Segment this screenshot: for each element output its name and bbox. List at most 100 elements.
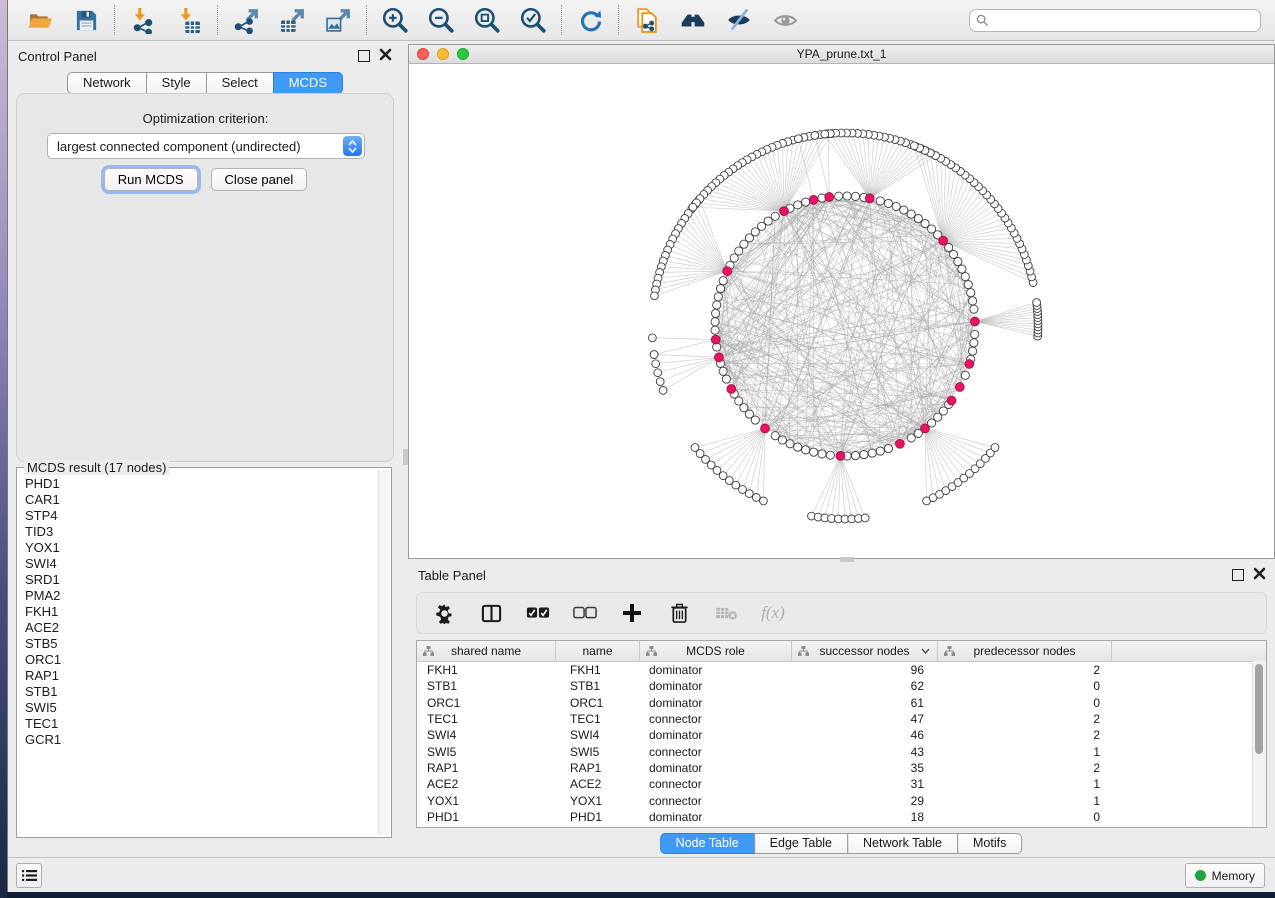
column-header-mcds-role[interactable]: MCDS role [640, 641, 792, 661]
mcds-result-item[interactable]: STB1 [19, 684, 378, 700]
open-session-button[interactable] [25, 5, 55, 35]
float-table-panel-icon[interactable] [1232, 569, 1244, 581]
close-panel-button[interactable]: Close panel [211, 168, 308, 191]
table-cell[interactable]: 43 [792, 745, 938, 759]
table-cell[interactable]: dominator [640, 696, 792, 710]
mcds-result-item[interactable]: YOX1 [19, 540, 378, 556]
mcds-result-item[interactable]: ORC1 [19, 652, 378, 668]
mcds-result-item[interactable]: RAP1 [19, 668, 378, 684]
zoom-selected-button[interactable] [518, 5, 548, 35]
export-table-button[interactable] [277, 5, 307, 35]
task-history-button[interactable] [16, 863, 42, 888]
search-box[interactable] [969, 9, 1261, 32]
function-builder-button[interactable]: f(x) [761, 601, 785, 625]
mcds-result-item[interactable]: TEC1 [19, 716, 378, 732]
mcds-result-item[interactable]: STP4 [19, 508, 378, 524]
zoom-in-button[interactable] [380, 5, 410, 35]
table-cell[interactable]: connector [640, 794, 792, 808]
table-cell[interactable]: 18 [792, 810, 938, 824]
run-mcds-button[interactable]: Run MCDS [104, 168, 198, 191]
table-cell[interactable]: STB1 [556, 679, 640, 693]
import-network-button[interactable] [128, 5, 158, 35]
table-cell[interactable]: 0 [938, 810, 1112, 824]
tab-motifs[interactable]: Motifs [957, 833, 1022, 854]
close-window-icon[interactable] [417, 48, 429, 60]
table-cell[interactable]: SWI4 [556, 728, 640, 742]
table-cell[interactable]: connector [640, 777, 792, 791]
table-row[interactable]: ACE2ACE2connector311 [417, 776, 1266, 792]
table-cell[interactable]: 31 [792, 777, 938, 791]
export-image-button[interactable] [323, 5, 353, 35]
table-cell[interactable]: ACE2 [556, 777, 640, 791]
table-cell[interactable]: ACE2 [417, 777, 556, 791]
column-header-successor-nodes[interactable]: successor nodes [792, 641, 938, 661]
table-cell[interactable]: dominator [640, 663, 792, 677]
network-canvas[interactable] [409, 64, 1275, 558]
table-cell[interactable]: SWI4 [417, 728, 556, 742]
delete-table-button[interactable] [714, 601, 738, 625]
tab-edge-table[interactable]: Edge Table [754, 833, 848, 854]
add-column-button[interactable] [620, 601, 644, 625]
mcds-result-item[interactable]: PMA2 [19, 588, 378, 604]
table-cell[interactable]: FKH1 [556, 663, 640, 677]
tab-network-table[interactable]: Network Table [847, 833, 958, 854]
mcds-result-scrollbar[interactable] [378, 470, 389, 835]
table-cell[interactable]: 47 [792, 712, 938, 726]
zoom-out-button[interactable] [426, 5, 456, 35]
delete-column-button[interactable] [667, 601, 691, 625]
table-cell[interactable]: 1 [938, 777, 1112, 791]
hide-selected-button[interactable] [724, 5, 754, 35]
table-body[interactable]: FKH1FKH1dominator962STB1STB1dominator620… [417, 662, 1266, 825]
table-cell[interactable]: dominator [640, 761, 792, 775]
table-row[interactable]: SWI4SWI4dominator462 [417, 727, 1266, 743]
table-cell[interactable]: ORC1 [417, 696, 556, 710]
mcds-result-item[interactable]: ACE2 [19, 620, 378, 636]
table-scrollbar[interactable] [1252, 661, 1266, 827]
table-cell[interactable]: 2 [938, 761, 1112, 775]
table-options-button[interactable] [432, 601, 456, 625]
table-cell[interactable]: 96 [792, 663, 938, 677]
maximize-window-icon[interactable] [457, 48, 469, 60]
close-panel-icon[interactable] [379, 48, 392, 61]
deselect-all-checkboxes-button[interactable] [573, 601, 597, 625]
mcds-result-item[interactable]: SRD1 [19, 572, 378, 588]
table-row[interactable]: ORC1ORC1dominator610 [417, 695, 1266, 711]
table-cell[interactable]: 35 [792, 761, 938, 775]
table-row[interactable]: FKH1FKH1dominator962 [417, 662, 1266, 678]
table-cell[interactable]: PHD1 [556, 810, 640, 824]
export-network-button[interactable] [231, 5, 261, 35]
table-cell[interactable]: PHD1 [417, 810, 556, 824]
table-cell[interactable]: SWI5 [556, 745, 640, 759]
table-cell[interactable]: TEC1 [417, 712, 556, 726]
save-session-button[interactable] [71, 5, 101, 35]
apply-layout-button[interactable] [575, 5, 605, 35]
mcds-result-item[interactable]: CAR1 [19, 492, 378, 508]
show-columns-button[interactable] [479, 601, 503, 625]
column-header-predecessor-nodes[interactable]: predecessor nodes [938, 641, 1112, 661]
mcds-result-item[interactable]: FKH1 [19, 604, 378, 620]
memory-button[interactable]: Memory [1185, 863, 1265, 888]
table-cell[interactable]: 61 [792, 696, 938, 710]
mcds-result-item[interactable]: TID3 [19, 524, 378, 540]
table-cell[interactable]: 46 [792, 728, 938, 742]
table-cell[interactable]: STB1 [417, 679, 556, 693]
tab-mcds[interactable]: MCDS [273, 72, 343, 94]
minimize-window-icon[interactable] [437, 48, 449, 60]
table-cell[interactable]: YOX1 [417, 794, 556, 808]
mcds-result-list[interactable]: PHD1CAR1STP4TID3YOX1SWI4SRD1PMA2FKH1ACE2… [19, 471, 378, 835]
table-cell[interactable]: ORC1 [556, 696, 640, 710]
select-all-checkboxes-button[interactable] [526, 601, 550, 625]
table-cell[interactable]: 1 [938, 794, 1112, 808]
new-network-from-selection-button[interactable] [632, 5, 662, 35]
import-table-button[interactable] [174, 5, 204, 35]
mcds-result-item[interactable]: STB5 [19, 636, 378, 652]
show-all-button[interactable] [770, 5, 800, 35]
table-cell[interactable]: 2 [938, 663, 1112, 677]
float-panel-icon[interactable] [358, 50, 370, 62]
table-cell[interactable]: FKH1 [417, 663, 556, 677]
table-cell[interactable]: TEC1 [556, 712, 640, 726]
table-row[interactable]: YOX1YOX1connector291 [417, 792, 1266, 808]
table-cell[interactable]: 2 [938, 712, 1112, 726]
table-cell[interactable]: dominator [640, 810, 792, 824]
table-row[interactable]: TEC1TEC1connector472 [417, 711, 1266, 727]
